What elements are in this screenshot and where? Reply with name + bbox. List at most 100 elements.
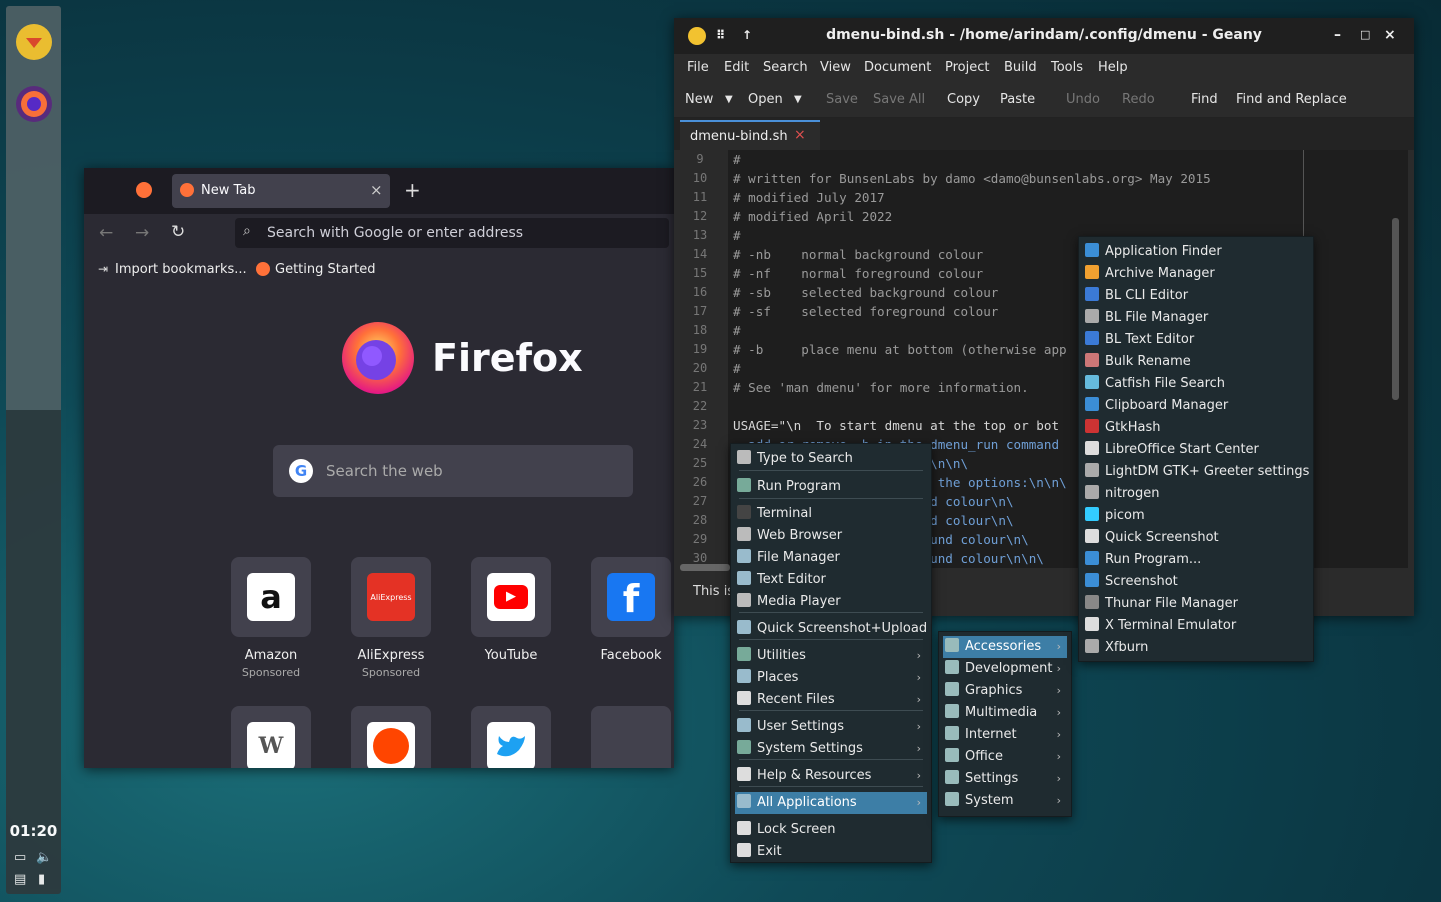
maximize-icon[interactable]: □ bbox=[1360, 18, 1370, 52]
shortcut-amazon[interactable]: a bbox=[231, 557, 311, 637]
app-bl-cli-editor[interactable]: BL CLI Editor bbox=[1083, 285, 1309, 307]
category-internet[interactable]: Internet › bbox=[943, 724, 1067, 746]
window-menu-icon[interactable]: ⠿ bbox=[716, 18, 725, 52]
menu-help[interactable]: Help bbox=[1098, 60, 1128, 75]
menu-item-lock-screen[interactable]: Lock Screen bbox=[735, 819, 927, 841]
keep-above-icon[interactable]: ↑ bbox=[742, 18, 752, 52]
tab-close-icon[interactable]: × bbox=[370, 181, 383, 199]
menu-item-quick-screenshot-upload[interactable]: Quick Screenshot+Upload bbox=[735, 618, 927, 640]
firefox-view-icon[interactable] bbox=[136, 182, 152, 198]
shortcut-aliexpress[interactable]: AliExpress bbox=[351, 557, 431, 637]
save-button[interactable]: Save bbox=[826, 92, 858, 107]
category-accessories[interactable]: Accessories › bbox=[943, 636, 1067, 658]
app-screenshot[interactable]: Screenshot bbox=[1083, 571, 1309, 593]
shortcut-facebook[interactable]: f bbox=[591, 557, 671, 637]
menu-item-utilities[interactable]: Utilities › bbox=[735, 645, 927, 667]
minimize-icon[interactable]: – bbox=[1334, 18, 1341, 52]
shortcut-wikipedia[interactable]: W bbox=[231, 706, 311, 768]
bookmark-import[interactable]: Import bookmarks... bbox=[115, 262, 247, 277]
category-development[interactable]: Development › bbox=[943, 658, 1067, 680]
shortcut-twitter[interactable] bbox=[471, 706, 551, 768]
menu-item-help-resources[interactable]: Help & Resources › bbox=[735, 765, 927, 787]
menu-view[interactable]: View bbox=[820, 60, 851, 75]
clipboard-icon[interactable]: ▤ bbox=[14, 872, 26, 887]
app-quick-screenshot[interactable]: Quick Screenshot bbox=[1083, 527, 1309, 549]
volume-icon[interactable]: 🔈 bbox=[36, 850, 52, 865]
app-nitrogen[interactable]: nitrogen bbox=[1083, 483, 1309, 505]
tab-close-icon[interactable]: × bbox=[794, 127, 806, 143]
panel-clock[interactable]: 01:20 bbox=[6, 822, 61, 840]
menu-item-places[interactable]: Places › bbox=[735, 667, 927, 689]
menu-edit[interactable]: Edit bbox=[724, 60, 749, 75]
app-gtkhash[interactable]: GtkHash bbox=[1083, 417, 1309, 439]
menu-document[interactable]: Document bbox=[864, 60, 931, 75]
tab-new-tab[interactable]: New Tab × bbox=[172, 174, 390, 208]
category-multimedia[interactable]: Multimedia › bbox=[943, 702, 1067, 724]
menu-item-recent-files[interactable]: Recent Files › bbox=[735, 689, 927, 711]
app-libreoffice-start-center[interactable]: LibreOffice Start Center bbox=[1083, 439, 1309, 461]
menu-item-run-program[interactable]: Run Program bbox=[735, 476, 927, 498]
app-x-terminal-emulator[interactable]: X Terminal Emulator bbox=[1083, 615, 1309, 637]
close-icon[interactable]: × bbox=[1384, 18, 1396, 52]
category-graphics[interactable]: Graphics › bbox=[943, 680, 1067, 702]
forward-icon[interactable]: → bbox=[135, 223, 149, 243]
menu-item-file-manager[interactable]: File Manager bbox=[735, 547, 927, 569]
shortcut-empty[interactable] bbox=[591, 706, 671, 768]
firefox-launcher-icon[interactable] bbox=[16, 86, 52, 122]
menu-item-all-applications[interactable]: All Applications › bbox=[735, 792, 927, 814]
tab-dmenu-bind[interactable]: dmenu-bind.sh × bbox=[680, 120, 820, 150]
horizontal-scrollbar[interactable] bbox=[680, 564, 730, 571]
open-dropdown-icon[interactable]: ▼ bbox=[794, 94, 802, 105]
menu-build[interactable]: Build bbox=[1004, 60, 1037, 75]
display-icon[interactable]: ▭ bbox=[14, 850, 26, 865]
menu-tools[interactable]: Tools bbox=[1051, 60, 1083, 75]
copy-button[interactable]: Copy bbox=[947, 92, 980, 107]
menu-item-web-browser[interactable]: Web Browser bbox=[735, 525, 927, 547]
find-replace-button[interactable]: Find and Replace bbox=[1236, 92, 1347, 107]
open-button[interactable]: Open bbox=[748, 92, 783, 107]
menu-file[interactable]: File bbox=[687, 60, 709, 75]
url-bar[interactable]: ⌕ Search with Google or enter address bbox=[235, 218, 669, 248]
category-settings[interactable]: Settings › bbox=[943, 768, 1067, 790]
menu-item-system-settings[interactable]: System Settings › bbox=[735, 738, 927, 760]
shortcut-youtube[interactable]: ▶ bbox=[471, 557, 551, 637]
menu-item-text-editor[interactable]: Text Editor bbox=[735, 569, 927, 591]
menu-launcher-icon[interactable] bbox=[16, 24, 52, 60]
app-archive-manager[interactable]: Archive Manager bbox=[1083, 263, 1309, 285]
app-catfish-file-search[interactable]: Catfish File Search bbox=[1083, 373, 1309, 395]
vertical-scrollbar[interactable] bbox=[1392, 218, 1399, 400]
paste-button[interactable]: Paste bbox=[1000, 92, 1035, 107]
new-tab-button[interactable]: + bbox=[404, 178, 421, 202]
reload-icon[interactable]: ↻ bbox=[171, 222, 185, 242]
find-button[interactable]: Find bbox=[1191, 92, 1218, 107]
back-icon[interactable]: ← bbox=[99, 223, 113, 243]
app-thunar-file-manager[interactable]: Thunar File Manager bbox=[1083, 593, 1309, 615]
category-office[interactable]: Office › bbox=[943, 746, 1067, 768]
menu-search[interactable]: Search bbox=[763, 60, 808, 75]
app-application-finder[interactable]: Application Finder bbox=[1083, 241, 1309, 263]
app-run-program[interactable]: Run Program... bbox=[1083, 549, 1309, 571]
category-system[interactable]: System › bbox=[943, 790, 1067, 812]
app-lightdm-gtk-greeter-settings[interactable]: LightDM GTK+ Greeter settings bbox=[1083, 461, 1309, 483]
app-picom[interactable]: picom bbox=[1083, 505, 1309, 527]
battery-icon[interactable]: ▮ bbox=[38, 872, 45, 887]
redo-button[interactable]: Redo bbox=[1122, 92, 1155, 107]
menu-item-user-settings[interactable]: User Settings › bbox=[735, 716, 927, 738]
menu-item-exit[interactable]: Exit bbox=[735, 841, 927, 863]
web-search-box[interactable]: G Search the web bbox=[273, 445, 633, 497]
menu-item-terminal[interactable]: Terminal bbox=[735, 503, 927, 525]
menu-item-type-to-search[interactable]: Type to Search bbox=[735, 448, 927, 470]
new-dropdown-icon[interactable]: ▼ bbox=[725, 94, 733, 105]
app-clipboard-manager[interactable]: Clipboard Manager bbox=[1083, 395, 1309, 417]
app-xfburn[interactable]: Xfburn bbox=[1083, 637, 1309, 659]
app-bulk-rename[interactable]: Bulk Rename bbox=[1083, 351, 1309, 373]
bookmark-getting-started[interactable]: Getting Started bbox=[275, 262, 376, 277]
app-bl-text-editor[interactable]: BL Text Editor bbox=[1083, 329, 1309, 351]
undo-button[interactable]: Undo bbox=[1066, 92, 1100, 107]
new-button[interactable]: New bbox=[685, 92, 713, 107]
shortcut-reddit[interactable] bbox=[351, 706, 431, 768]
menu-project[interactable]: Project bbox=[945, 60, 989, 75]
app-bl-file-manager[interactable]: BL File Manager bbox=[1083, 307, 1309, 329]
menu-item-media-player[interactable]: Media Player bbox=[735, 591, 927, 613]
save-all-button[interactable]: Save All bbox=[873, 92, 925, 107]
